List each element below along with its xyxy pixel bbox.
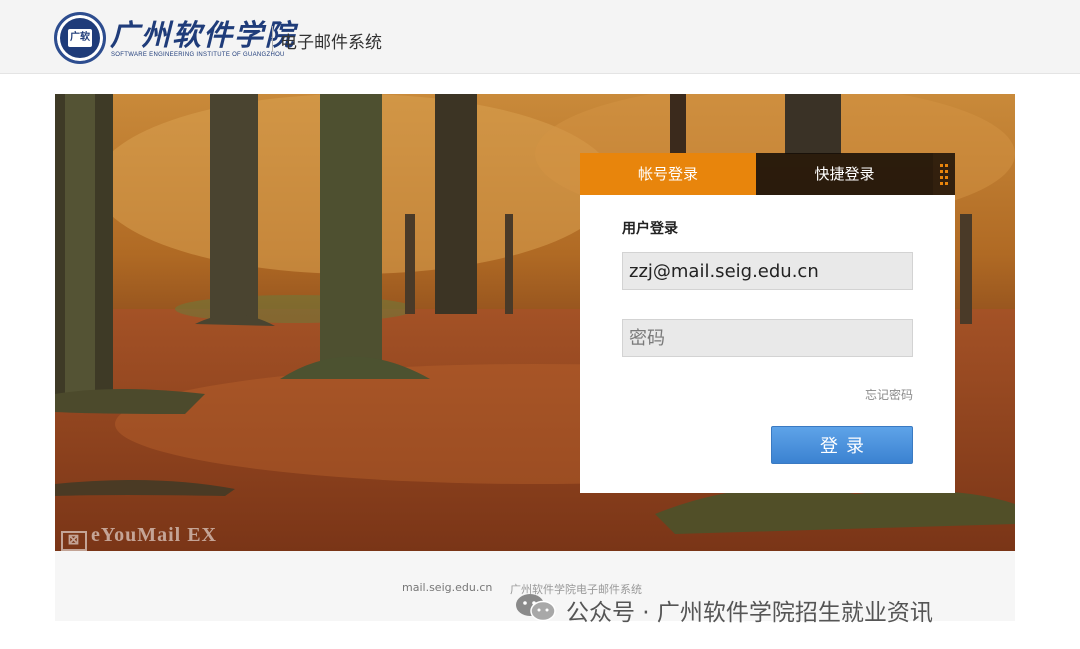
login-button[interactable]: 登录 [771, 426, 913, 464]
login-tabs: 帐号登录 快捷登录 [580, 153, 955, 195]
top-header: 广软 广州软件学院 SOFTWARE ENGINEERING INSTITUTE… [0, 0, 1080, 74]
wechat-icon [516, 594, 556, 622]
system-title: 电子邮件系统 [280, 33, 382, 53]
tab-account-login[interactable]: 帐号登录 [580, 153, 756, 195]
school-name-english: SOFTWARE ENGINEERING INSTITUTE OF GUANGZ… [111, 52, 285, 58]
login-title: 用户登录 [622, 221, 678, 237]
school-name-logo: 广州软件学院 [110, 18, 297, 52]
watermark-box-icon: ⊠ [61, 531, 87, 551]
tab-quick-login[interactable]: 快捷登录 [756, 153, 933, 195]
watermark-text: eYouMail EX [91, 524, 217, 546]
password-input[interactable] [622, 319, 913, 357]
wechat-account-text: 公众号 · 广州软件学院招生就业资讯 [566, 600, 933, 626]
header-divider [272, 26, 273, 52]
grip-dots-icon[interactable] [933, 153, 955, 195]
footer-domain: mail.seig.edu.cn [402, 581, 493, 594]
forgot-password-link[interactable]: 忘记密码 [865, 386, 913, 403]
seal-text: 广软 [68, 29, 92, 47]
username-input[interactable] [622, 252, 913, 290]
login-panel: 用户登录 忘记密码 登录 [580, 195, 955, 493]
eyoumail-watermark: ⊠ eYouMail EX [61, 524, 217, 551]
school-seal-logo: 广软 [54, 12, 106, 64]
